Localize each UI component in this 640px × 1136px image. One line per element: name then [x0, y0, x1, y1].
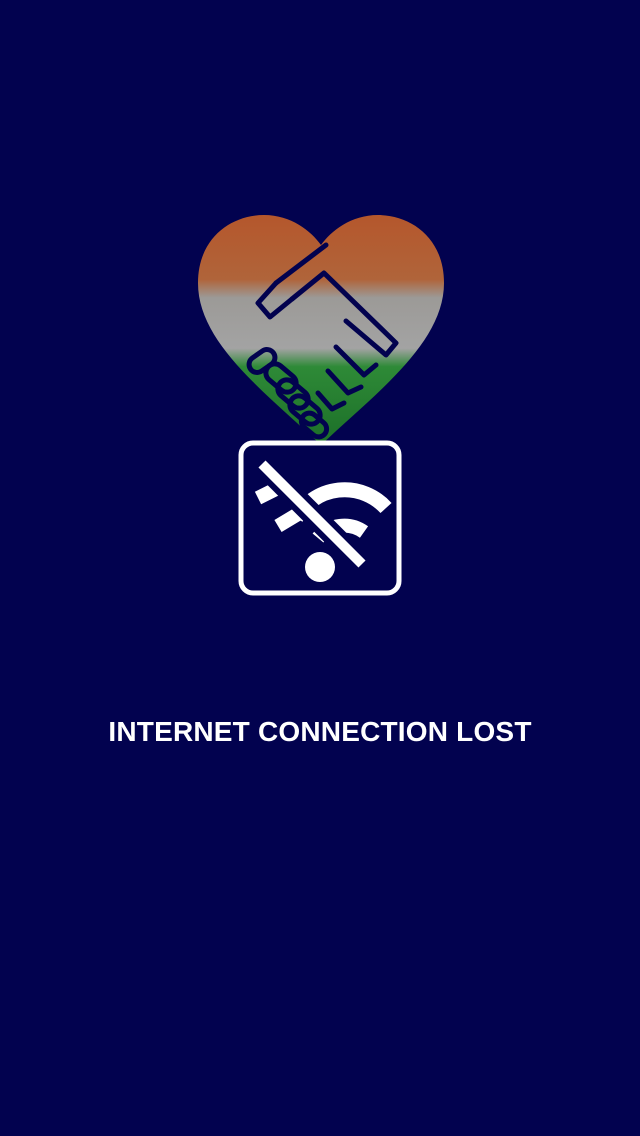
heart-handshake-logo-icon	[198, 215, 444, 445]
wifi-off-icon	[238, 440, 402, 596]
connection-lost-message: INTERNET CONNECTION LOST	[108, 716, 532, 747]
no-connection-screen: INTERNET CONNECTION LOST	[0, 0, 640, 1136]
